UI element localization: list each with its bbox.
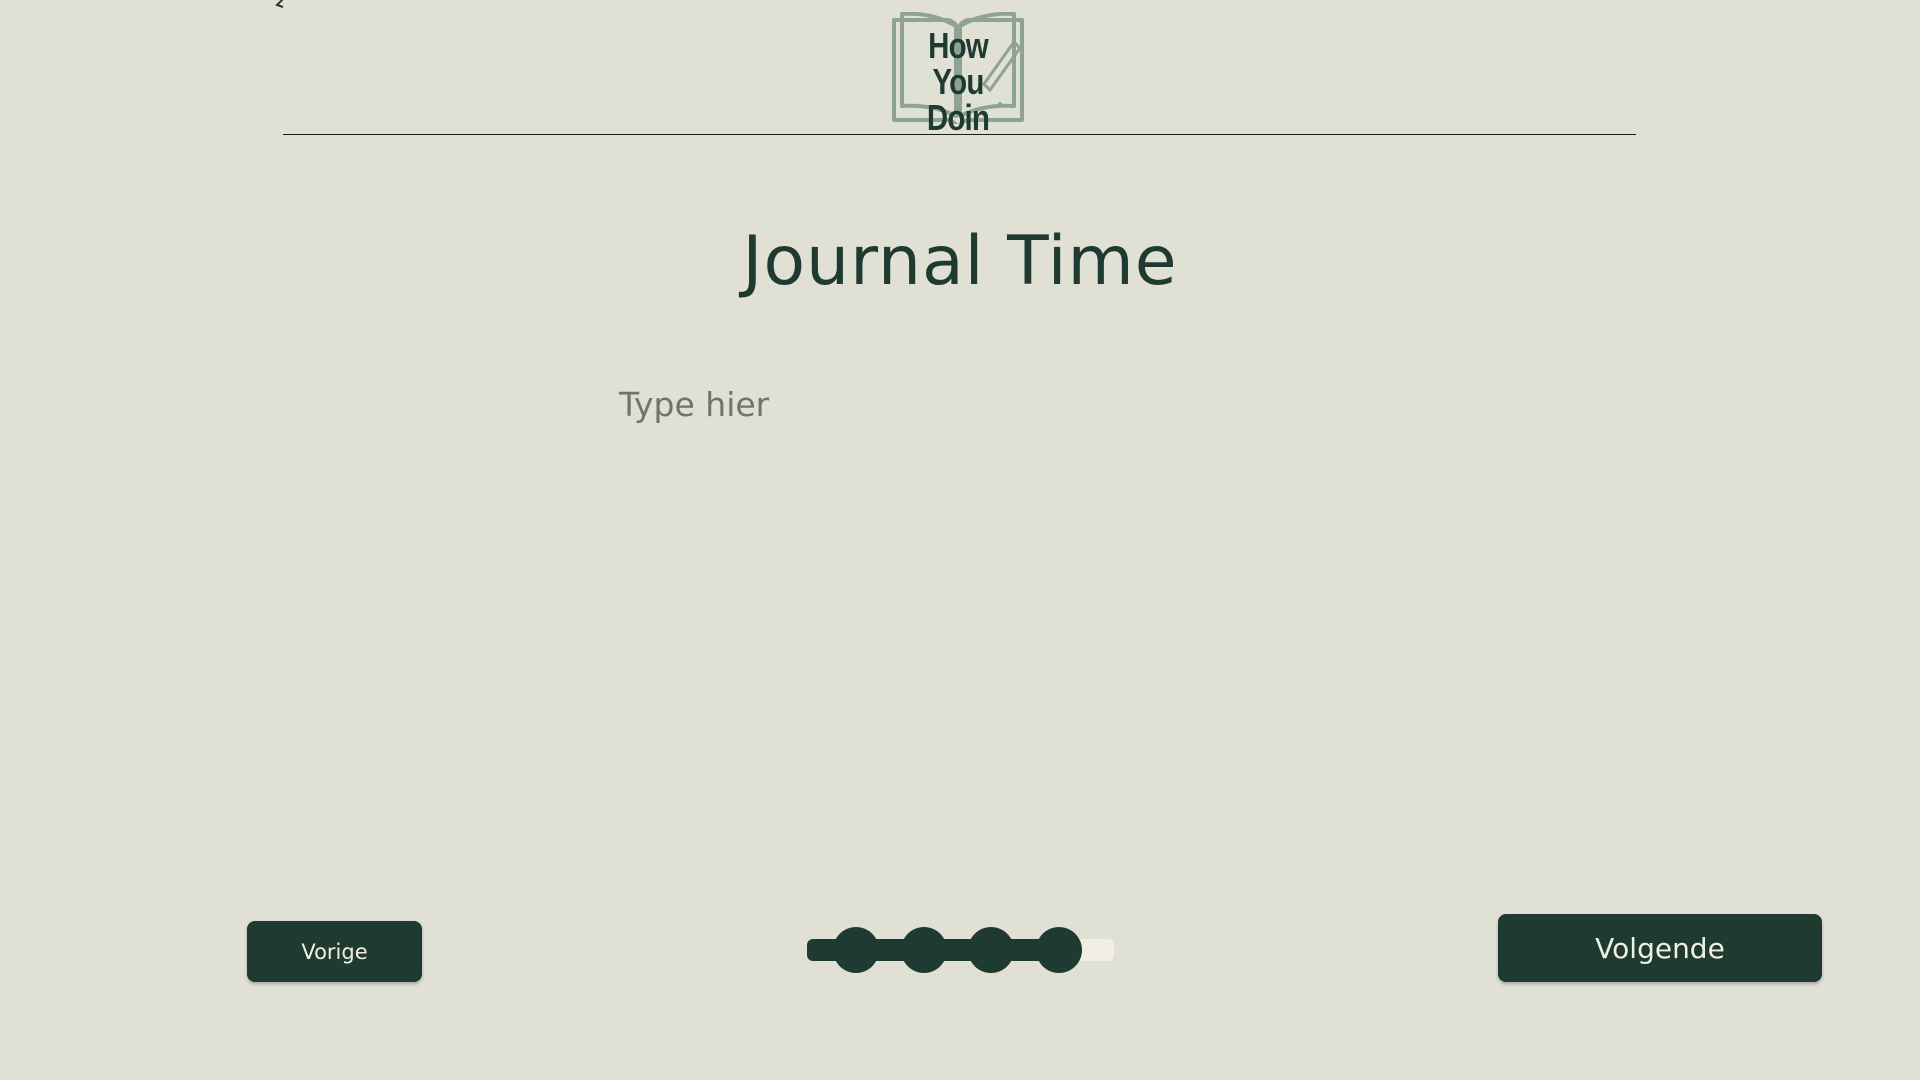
progress-indicator — [807, 924, 1114, 976]
logo-text-line1: How You — [928, 25, 989, 102]
progress-step-dot — [968, 927, 1014, 973]
header-divider — [283, 134, 1636, 135]
page-title: Journal Time — [742, 222, 1178, 301]
previous-button[interactable]: Vorige — [247, 921, 422, 982]
logo-wordmark: How You Doin — [901, 28, 1016, 136]
journal-text-input[interactable] — [616, 375, 1316, 755]
progress-step-dot — [1036, 927, 1082, 973]
next-button[interactable]: Volgende — [1498, 914, 1822, 982]
back-arrow-icon[interactable] — [274, 0, 286, 8]
app-logo[interactable]: How You Doin — [888, 12, 1028, 136]
logo-text-line2: Doin — [926, 97, 990, 138]
progress-step-dot — [833, 927, 879, 973]
progress-step-dot — [901, 927, 947, 973]
page: How You Doin Journal Time Vorige Volgend… — [0, 0, 1920, 1080]
